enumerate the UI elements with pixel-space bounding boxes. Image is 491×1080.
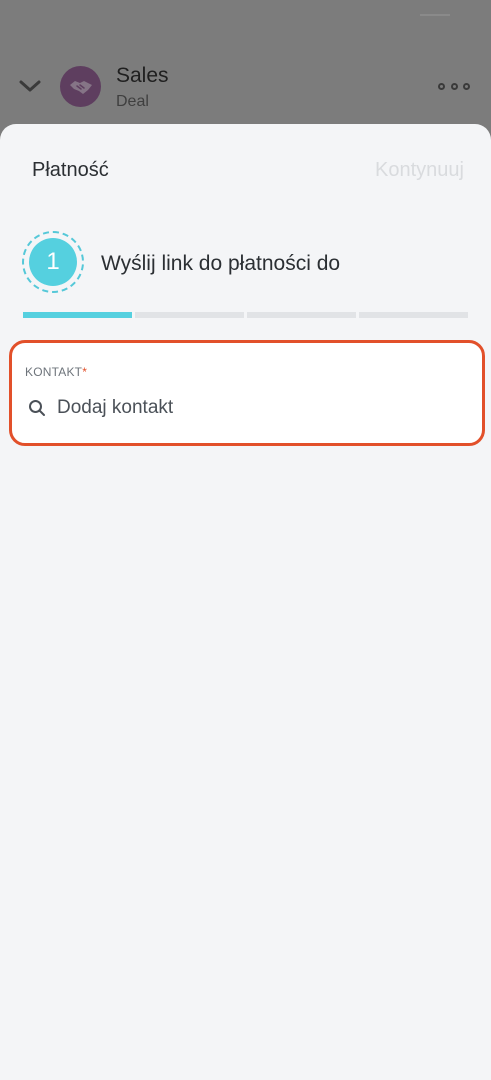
entity-title: Sales xyxy=(116,64,169,87)
progress-segment xyxy=(359,312,468,318)
step-number-badge: 1 xyxy=(22,231,84,293)
step-progress-bar xyxy=(23,312,468,318)
continue-button[interactable]: Kontynuuj xyxy=(375,158,464,182)
contact-label: KONTAKT* xyxy=(25,365,87,379)
chevron-down-icon[interactable] xyxy=(18,76,42,96)
step-number: 1 xyxy=(29,238,77,286)
entity-subtitle: Deal xyxy=(116,93,149,110)
search-icon xyxy=(29,400,45,416)
sheet-title: Płatność xyxy=(32,159,109,181)
required-marker: * xyxy=(82,365,88,379)
contact-search-input[interactable] xyxy=(57,397,417,419)
handshake-icon xyxy=(60,66,101,107)
contact-search[interactable] xyxy=(28,393,458,423)
status-indicator xyxy=(420,14,450,16)
progress-segment xyxy=(135,312,244,318)
contact-field-card[interactable]: KONTAKT* xyxy=(9,340,485,446)
more-dots-icon[interactable] xyxy=(438,80,470,92)
progress-segment xyxy=(23,312,132,318)
progress-segment xyxy=(247,312,356,318)
payment-sheet: Płatność Kontynuuj 1 Wyślij link do płat… xyxy=(0,124,491,1080)
step-label: Wyślij link do płatności do xyxy=(101,252,341,275)
contact-label-text: KONTAKT xyxy=(25,365,83,379)
